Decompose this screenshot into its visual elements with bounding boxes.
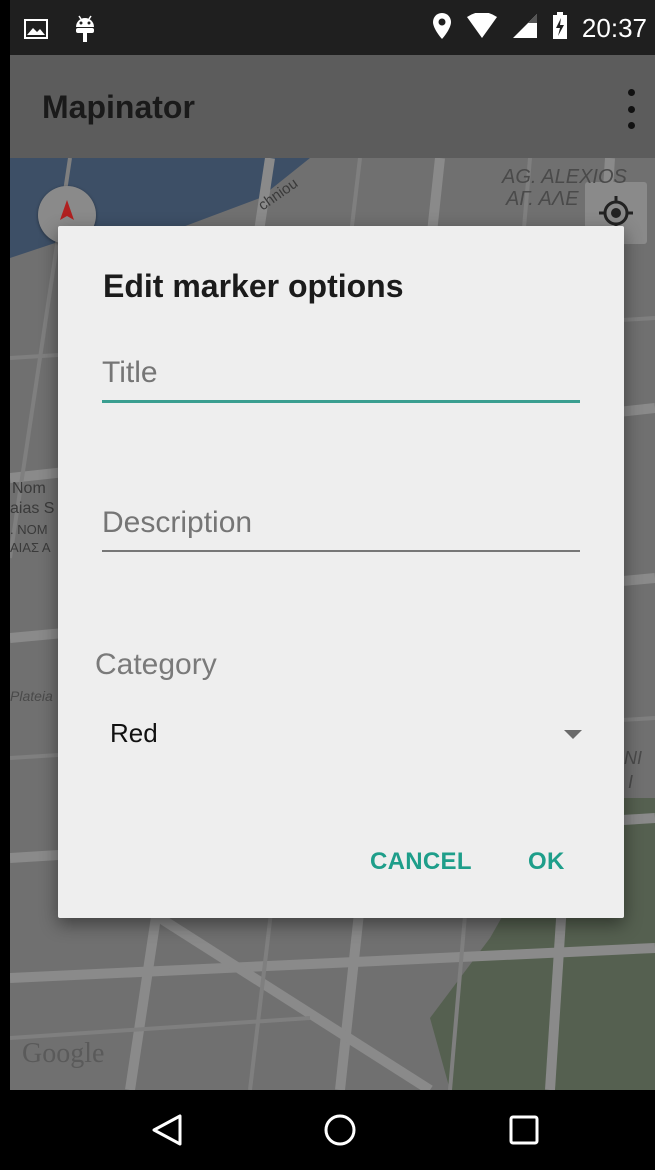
dialog-title: Edit marker options — [103, 268, 404, 304]
category-selected-value: Red — [110, 718, 158, 748]
back-icon[interactable] — [148, 1110, 188, 1150]
recents-icon[interactable] — [504, 1110, 544, 1150]
category-dropdown[interactable]: Red — [102, 710, 590, 770]
wifi-icon — [466, 12, 498, 44]
map-label: ΑΓ. ΑΛΕ — [506, 188, 579, 210]
screen: 20:37 Mapinator AG. ALEXIOS ΑΓ. ΑΛΕ chni… — [10, 0, 655, 1170]
map-label: AG. ALEXIOS — [502, 166, 627, 188]
description-field — [102, 506, 580, 552]
google-logo: Google — [22, 1038, 105, 1069]
home-icon[interactable] — [320, 1110, 360, 1150]
description-input[interactable] — [102, 506, 580, 550]
cell-signal-icon — [512, 13, 538, 44]
location-pin-icon — [432, 12, 452, 45]
category-label: Category — [95, 648, 217, 681]
map-label: aias S — [10, 500, 55, 517]
status-time: 20:37 — [581, 13, 647, 43]
map-label: I — [628, 772, 634, 792]
edit-marker-dialog: Edit marker options Category Red CANCEL … — [58, 226, 624, 918]
cancel-button[interactable]: CANCEL — [364, 844, 478, 880]
map-label: . NOM — [10, 522, 48, 537]
navigation-bar — [0, 1090, 655, 1170]
title-input[interactable] — [102, 356, 580, 400]
dropdown-arrow-icon — [564, 730, 582, 739]
more-vert-icon[interactable] — [621, 89, 641, 129]
app-title: Mapinator — [42, 89, 195, 125]
battery-charging-icon — [552, 12, 568, 45]
title-underline — [102, 400, 580, 403]
android-icon — [74, 14, 96, 49]
map-label: Plateia — [10, 688, 53, 704]
description-underline — [102, 550, 580, 552]
ok-button[interactable]: OK — [522, 844, 571, 880]
status-bar: 20:37 — [10, 0, 655, 55]
app-bar: Mapinator — [10, 55, 655, 158]
map-label: Nom — [12, 480, 46, 497]
map-label: NI — [624, 748, 642, 768]
image-icon — [24, 19, 48, 44]
map-label: ΑΙΑΣ Α — [10, 540, 51, 555]
title-field — [102, 356, 580, 403]
